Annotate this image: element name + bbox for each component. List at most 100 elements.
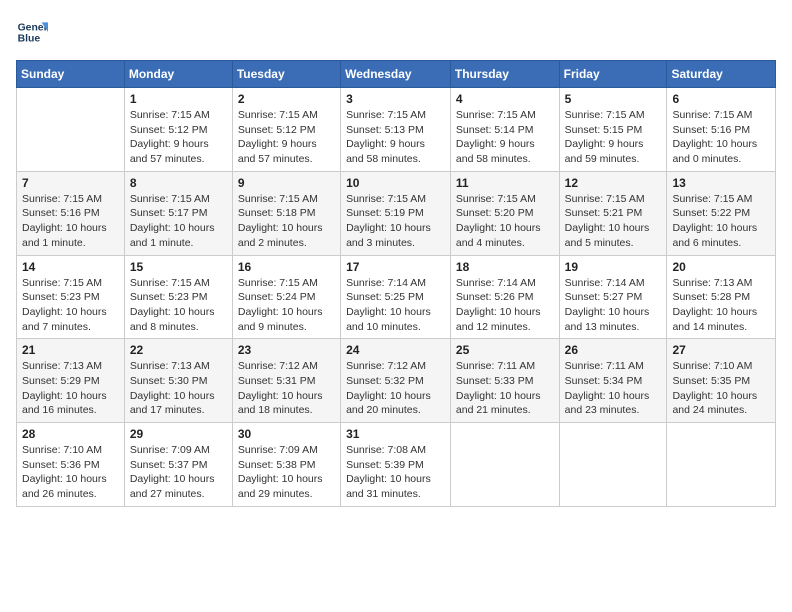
- day-detail: Sunrise: 7:13 AM Sunset: 5:28 PM Dayligh…: [672, 276, 770, 335]
- day-detail: Sunrise: 7:13 AM Sunset: 5:30 PM Dayligh…: [130, 359, 227, 418]
- day-detail: Sunrise: 7:10 AM Sunset: 5:36 PM Dayligh…: [22, 443, 119, 502]
- weekday-header-cell: Friday: [559, 61, 667, 88]
- day-number: 20: [672, 260, 770, 274]
- calendar-day-cell: 28 Sunrise: 7:10 AM Sunset: 5:36 PM Dayli…: [17, 423, 125, 507]
- day-detail: Sunrise: 7:15 AM Sunset: 5:22 PM Dayligh…: [672, 192, 770, 251]
- calendar-day-cell: 5 Sunrise: 7:15 AM Sunset: 5:15 PM Daylig…: [559, 88, 667, 172]
- day-number: 26: [565, 343, 662, 357]
- day-number: 23: [238, 343, 335, 357]
- day-number: 2: [238, 92, 335, 106]
- day-detail: Sunrise: 7:11 AM Sunset: 5:33 PM Dayligh…: [456, 359, 554, 418]
- weekday-header-cell: Saturday: [667, 61, 776, 88]
- calendar-day-cell: 9Sunrise: 7:15 AM Sunset: 5:18 PM Daylig…: [232, 171, 340, 255]
- calendar-day-cell: 30 Sunrise: 7:09 AM Sunset: 5:38 PM Dayli…: [232, 423, 340, 507]
- calendar-day-cell: [667, 423, 776, 507]
- calendar-day-cell: 8 Sunrise: 7:15 AM Sunset: 5:17 PM Daylig…: [124, 171, 232, 255]
- weekday-header-cell: Sunday: [17, 61, 125, 88]
- day-number: 28: [22, 427, 119, 441]
- calendar-day-cell: 2 Sunrise: 7:15 AM Sunset: 5:12 PM Daylig…: [232, 88, 340, 172]
- weekday-header-cell: Monday: [124, 61, 232, 88]
- day-number: 3: [346, 92, 445, 106]
- calendar-day-cell: [559, 423, 667, 507]
- calendar-day-cell: 27 Sunrise: 7:10 AM Sunset: 5:35 PM Dayli…: [667, 339, 776, 423]
- day-detail: Sunrise: 7:15 AM Sunset: 5:18 PM Dayligh…: [238, 192, 335, 251]
- day-detail: Sunrise: 7:15 AM Sunset: 5:13 PM Dayligh…: [346, 108, 445, 167]
- calendar-day-cell: 31 Sunrise: 7:08 AM Sunset: 5:39 PM Dayli…: [341, 423, 451, 507]
- day-number: 31: [346, 427, 445, 441]
- calendar-day-cell: 1 Sunrise: 7:15 AM Sunset: 5:12 PM Daylig…: [124, 88, 232, 172]
- calendar-day-cell: 14 Sunrise: 7:15 AM Sunset: 5:23 PM Dayli…: [17, 255, 125, 339]
- day-detail: Sunrise: 7:09 AM Sunset: 5:38 PM Dayligh…: [238, 443, 335, 502]
- day-number: 25: [456, 343, 554, 357]
- day-number: 29: [130, 427, 227, 441]
- day-detail: Sunrise: 7:14 AM Sunset: 5:25 PM Dayligh…: [346, 276, 445, 335]
- calendar-day-cell: 17 Sunrise: 7:14 AM Sunset: 5:25 PM Dayli…: [341, 255, 451, 339]
- calendar-day-cell: [450, 423, 559, 507]
- day-detail: Sunrise: 7:15 AM Sunset: 5:16 PM Dayligh…: [672, 108, 770, 167]
- logo: General Blue: [16, 16, 48, 48]
- day-number: 19: [565, 260, 662, 274]
- day-number: 7: [22, 176, 119, 190]
- calendar-day-cell: 24Sunrise: 7:12 AM Sunset: 5:32 PM Dayli…: [341, 339, 451, 423]
- day-detail: Sunrise: 7:14 AM Sunset: 5:26 PM Dayligh…: [456, 276, 554, 335]
- calendar-day-cell: 6 Sunrise: 7:15 AM Sunset: 5:16 PM Daylig…: [667, 88, 776, 172]
- day-number: 27: [672, 343, 770, 357]
- day-detail: Sunrise: 7:09 AM Sunset: 5:37 PM Dayligh…: [130, 443, 227, 502]
- day-number: 10: [346, 176, 445, 190]
- weekday-header-cell: Wednesday: [341, 61, 451, 88]
- calendar-day-cell: 23 Sunrise: 7:12 AM Sunset: 5:31 PM Dayli…: [232, 339, 340, 423]
- day-detail: Sunrise: 7:15 AM Sunset: 5:17 PM Dayligh…: [130, 192, 227, 251]
- calendar-day-cell: 20 Sunrise: 7:13 AM Sunset: 5:28 PM Dayli…: [667, 255, 776, 339]
- day-detail: Sunrise: 7:15 AM Sunset: 5:14 PM Dayligh…: [456, 108, 554, 167]
- day-number: 5: [565, 92, 662, 106]
- day-detail: Sunrise: 7:14 AM Sunset: 5:27 PM Dayligh…: [565, 276, 662, 335]
- day-number: 14: [22, 260, 119, 274]
- calendar-day-cell: 25 Sunrise: 7:11 AM Sunset: 5:33 PM Dayli…: [450, 339, 559, 423]
- day-detail: Sunrise: 7:15 AM Sunset: 5:23 PM Dayligh…: [22, 276, 119, 335]
- day-number: 17: [346, 260, 445, 274]
- calendar-week-row: 28 Sunrise: 7:10 AM Sunset: 5:36 PM Dayli…: [17, 423, 776, 507]
- day-detail: Sunrise: 7:15 AM Sunset: 5:20 PM Dayligh…: [456, 192, 554, 251]
- calendar-day-cell: 13 Sunrise: 7:15 AM Sunset: 5:22 PM Dayli…: [667, 171, 776, 255]
- calendar-week-row: 14 Sunrise: 7:15 AM Sunset: 5:23 PM Dayli…: [17, 255, 776, 339]
- day-detail: Sunrise: 7:15 AM Sunset: 5:12 PM Dayligh…: [130, 108, 227, 167]
- day-detail: Sunrise: 7:13 AM Sunset: 5:29 PM Dayligh…: [22, 359, 119, 418]
- day-detail: Sunrise: 7:10 AM Sunset: 5:35 PM Dayligh…: [672, 359, 770, 418]
- day-number: 21: [22, 343, 119, 357]
- day-number: 30: [238, 427, 335, 441]
- weekday-header-cell: Tuesday: [232, 61, 340, 88]
- day-detail: Sunrise: 7:15 AM Sunset: 5:15 PM Dayligh…: [565, 108, 662, 167]
- calendar-day-cell: 22Sunrise: 7:13 AM Sunset: 5:30 PM Dayli…: [124, 339, 232, 423]
- day-detail: Sunrise: 7:08 AM Sunset: 5:39 PM Dayligh…: [346, 443, 445, 502]
- day-number: 12: [565, 176, 662, 190]
- day-number: 24: [346, 343, 445, 357]
- calendar-week-row: 7Sunrise: 7:15 AM Sunset: 5:16 PM Daylig…: [17, 171, 776, 255]
- calendar-day-cell: 16Sunrise: 7:15 AM Sunset: 5:24 PM Dayli…: [232, 255, 340, 339]
- calendar-day-cell: 18Sunrise: 7:14 AM Sunset: 5:26 PM Dayli…: [450, 255, 559, 339]
- day-number: 1: [130, 92, 227, 106]
- day-detail: Sunrise: 7:15 AM Sunset: 5:12 PM Dayligh…: [238, 108, 335, 167]
- calendar-day-cell: [17, 88, 125, 172]
- calendar-day-cell: 4 Sunrise: 7:15 AM Sunset: 5:14 PM Daylig…: [450, 88, 559, 172]
- calendar-day-cell: 15Sunrise: 7:15 AM Sunset: 5:23 PM Dayli…: [124, 255, 232, 339]
- calendar-day-cell: 10Sunrise: 7:15 AM Sunset: 5:19 PM Dayli…: [341, 171, 451, 255]
- day-number: 13: [672, 176, 770, 190]
- page-header: General Blue: [16, 16, 776, 48]
- calendar-week-row: 21 Sunrise: 7:13 AM Sunset: 5:29 PM Dayli…: [17, 339, 776, 423]
- calendar-day-cell: 7Sunrise: 7:15 AM Sunset: 5:16 PM Daylig…: [17, 171, 125, 255]
- weekday-header-cell: Thursday: [450, 61, 559, 88]
- day-number: 16: [238, 260, 335, 274]
- day-number: 6: [672, 92, 770, 106]
- calendar-week-row: 1 Sunrise: 7:15 AM Sunset: 5:12 PM Daylig…: [17, 88, 776, 172]
- day-number: 11: [456, 176, 554, 190]
- day-detail: Sunrise: 7:12 AM Sunset: 5:31 PM Dayligh…: [238, 359, 335, 418]
- day-number: 8: [130, 176, 227, 190]
- calendar-day-cell: 21 Sunrise: 7:13 AM Sunset: 5:29 PM Dayli…: [17, 339, 125, 423]
- day-detail: Sunrise: 7:15 AM Sunset: 5:21 PM Dayligh…: [565, 192, 662, 251]
- day-detail: Sunrise: 7:11 AM Sunset: 5:34 PM Dayligh…: [565, 359, 662, 418]
- calendar-day-cell: 11 Sunrise: 7:15 AM Sunset: 5:20 PM Dayli…: [450, 171, 559, 255]
- calendar-day-cell: 26 Sunrise: 7:11 AM Sunset: 5:34 PM Dayli…: [559, 339, 667, 423]
- day-number: 4: [456, 92, 554, 106]
- calendar-table: SundayMondayTuesdayWednesdayThursdayFrid…: [16, 60, 776, 507]
- day-number: 15: [130, 260, 227, 274]
